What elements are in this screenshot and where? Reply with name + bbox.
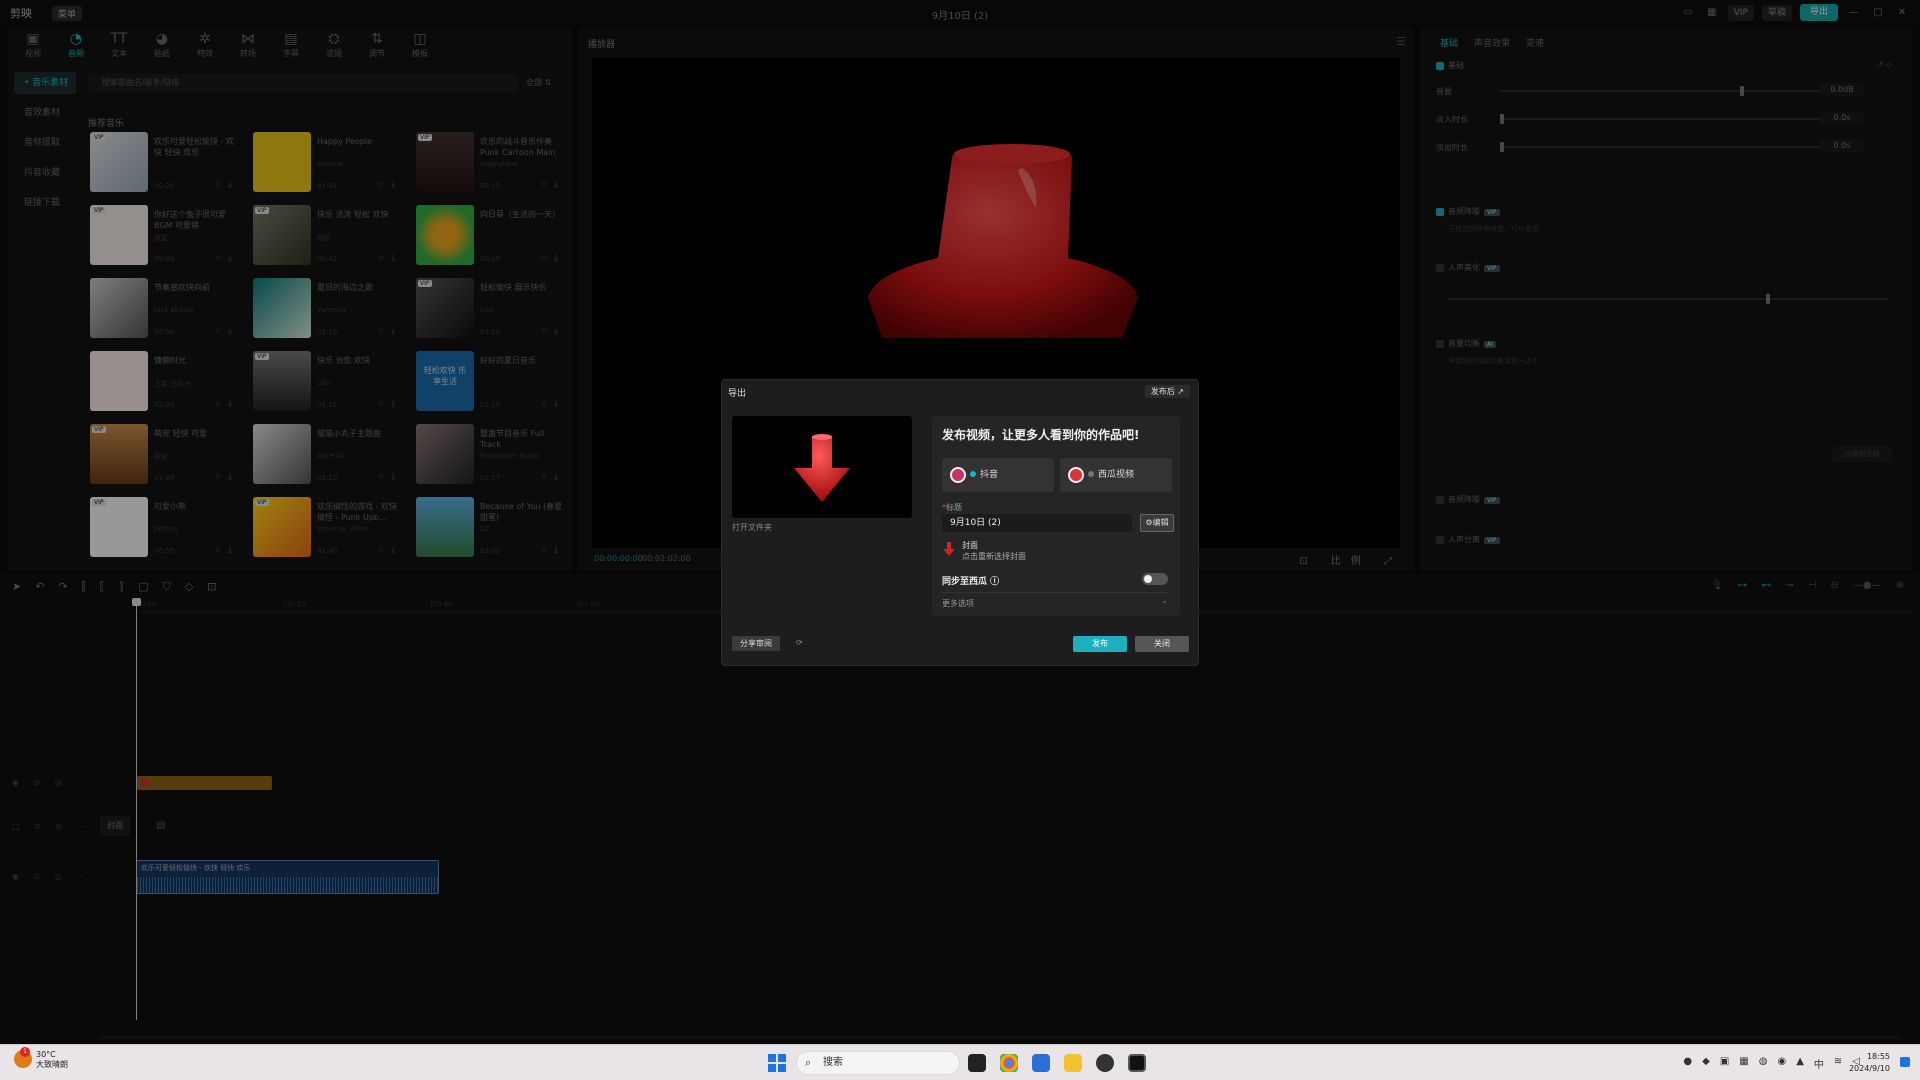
chrome-icon[interactable] bbox=[1000, 1054, 1018, 1072]
sync-label: 同步至西瓜 ⓘ bbox=[942, 577, 1000, 587]
notification-badge: 1 bbox=[20, 1047, 30, 1057]
xigua-icon bbox=[1068, 467, 1084, 483]
edit-title-label: 编辑 bbox=[1152, 518, 1169, 527]
sync-toggle[interactable] bbox=[1142, 573, 1168, 585]
export-dialog: 导出 发布后 ↗ 打开文件夹 发布视频，让更多人看到你的作品吧! 抖音 西瓜视频… bbox=[721, 379, 1199, 666]
edit-title-button[interactable]: ⚙编辑 bbox=[1140, 514, 1174, 532]
browser-icon[interactable] bbox=[1032, 1054, 1050, 1072]
weather-widget[interactable]: 1 30°C 大致晴朗 bbox=[14, 1047, 68, 1070]
tray-icon[interactable]: ▦ bbox=[1739, 1056, 1748, 1071]
dialog-title: 导出 bbox=[728, 389, 747, 399]
radio-off-icon[interactable] bbox=[1088, 471, 1094, 477]
red-arrow-icon bbox=[794, 434, 850, 502]
share-review-button[interactable]: 分享审阅 bbox=[732, 636, 780, 651]
douyin-icon bbox=[950, 467, 966, 483]
wifi-icon[interactable]: ≋ bbox=[1834, 1056, 1842, 1071]
publish-button[interactable]: 发布 bbox=[1073, 636, 1127, 652]
chevron-down-icon[interactable]: ⌄ bbox=[1161, 596, 1168, 605]
taskbar: 1 30°C 大致晴朗 ⌕ 搜索 ● ◆ ▣ ▦ ◍ ◉ ▲ 中 ≋ ◁ 18:5… bbox=[0, 1044, 1920, 1080]
temperature: 30°C bbox=[36, 1050, 56, 1059]
file-explorer-icon[interactable] bbox=[1064, 1054, 1082, 1072]
platform-douyin[interactable]: 抖音 bbox=[942, 458, 1054, 492]
radio-on-icon[interactable] bbox=[970, 471, 976, 477]
notification-icon[interactable] bbox=[1900, 1057, 1910, 1067]
platform-xigua[interactable]: 西瓜视频 bbox=[1060, 458, 1172, 492]
weather-text: 大致晴朗 bbox=[36, 1060, 68, 1069]
ime-icon[interactable]: 中 bbox=[1814, 1056, 1824, 1071]
more-options[interactable]: 更多选项 bbox=[942, 598, 974, 609]
taskbar-search-label: 搜索 bbox=[823, 1057, 843, 1068]
toggle-knob bbox=[1144, 575, 1152, 583]
tray-icon[interactable]: ◍ bbox=[1759, 1056, 1768, 1071]
system-tray: ● ◆ ▣ ▦ ◍ ◉ ▲ 中 ≋ ◁ bbox=[1683, 1056, 1860, 1071]
link-icon[interactable]: ⟳ bbox=[796, 638, 803, 647]
publish-after-button[interactable]: 发布后 ↗ bbox=[1144, 385, 1190, 398]
tray-icon[interactable]: ▣ bbox=[1720, 1056, 1729, 1071]
title-field-label-text: 标题 bbox=[946, 503, 962, 512]
time: 18:55 bbox=[1866, 1052, 1890, 1061]
windows-start-icon[interactable] bbox=[768, 1054, 786, 1072]
close-dialog-button[interactable]: 关闭 bbox=[1135, 636, 1189, 652]
open-folder-link[interactable]: 打开文件夹 bbox=[732, 522, 772, 533]
title-field-label: *标题 bbox=[942, 503, 962, 512]
taskbar-search[interactable]: ⌕ 搜索 bbox=[796, 1051, 960, 1075]
title-input[interactable]: 9月10日 (2) bbox=[942, 514, 1132, 532]
tray-icon[interactable]: ▲ bbox=[1796, 1056, 1804, 1071]
cover-label: 封面 bbox=[962, 541, 978, 550]
publish-headline: 发布视频，让更多人看到你的作品吧! bbox=[942, 428, 1140, 442]
tray-icon[interactable]: ◆ bbox=[1702, 1056, 1710, 1071]
date: 2024/9/10 bbox=[1848, 1064, 1890, 1073]
capcut-app-icon[interactable] bbox=[1128, 1054, 1146, 1072]
taskbar-apps bbox=[968, 1054, 1146, 1072]
cover-reselect-link[interactable]: 点击重新选择封面 bbox=[962, 551, 1026, 562]
clock[interactable]: 18:55 2024/9/10 bbox=[1849, 1051, 1890, 1075]
task-view-icon[interactable] bbox=[968, 1054, 986, 1072]
cover-thumb-icon[interactable] bbox=[942, 540, 956, 558]
publish-form: 发布视频，让更多人看到你的作品吧! 抖音 西瓜视频 *标题 9月10日 (2) … bbox=[932, 416, 1180, 616]
platform-xigua-label: 西瓜视频 bbox=[1098, 470, 1135, 480]
game-app-icon[interactable] bbox=[1096, 1054, 1114, 1072]
tray-icon[interactable]: ◉ bbox=[1777, 1056, 1786, 1071]
export-preview bbox=[732, 416, 912, 518]
weather-icon: 1 bbox=[14, 1047, 32, 1068]
platform-douyin-label: 抖音 bbox=[980, 470, 999, 480]
search-icon: ⌕ bbox=[805, 1056, 812, 1069]
tray-icon[interactable]: ● bbox=[1683, 1056, 1692, 1071]
divider bbox=[942, 592, 1170, 593]
